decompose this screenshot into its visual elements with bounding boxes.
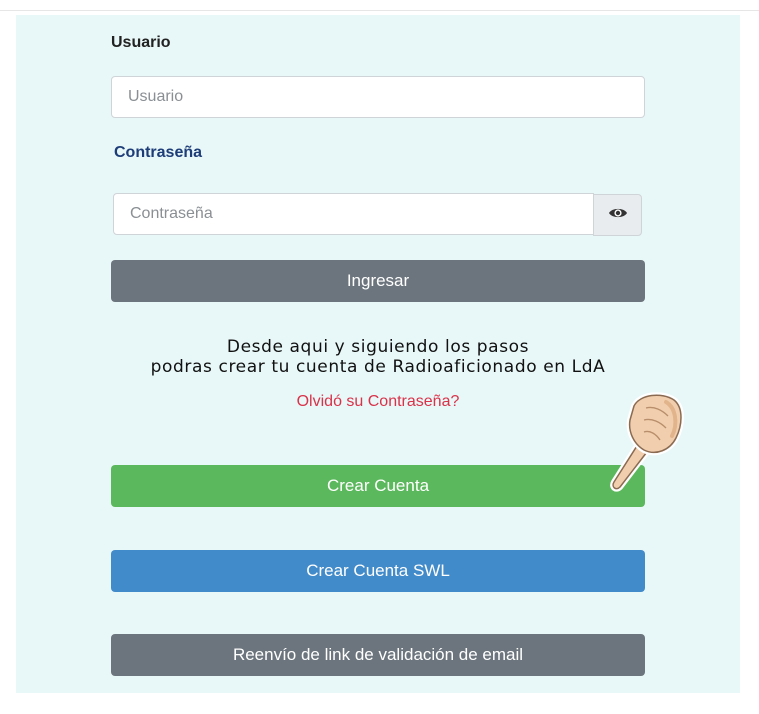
info-text-line2: podras crear tu cuenta de Radioaficionad… — [150, 357, 606, 377]
info-text-line1: Desde aqui y siguiendo los pasos — [226, 337, 530, 357]
create-swl-account-button[interactable]: Crear Cuenta SWL — [111, 550, 645, 592]
password-input[interactable] — [113, 193, 594, 235]
pointing-hand-icon — [604, 386, 686, 496]
login-button[interactable]: Ingresar — [111, 260, 645, 302]
toggle-password-button[interactable] — [593, 194, 642, 236]
eye-icon — [608, 206, 628, 225]
forgot-password-link[interactable]: Olvidó su Contraseña? — [111, 393, 645, 411]
resend-validation-link-button[interactable]: Reenvío de link de validación de email — [111, 634, 645, 676]
username-input[interactable] — [111, 76, 645, 118]
password-label: Contraseña — [114, 144, 203, 161]
create-account-button[interactable]: Crear Cuenta — [111, 465, 645, 507]
top-divider — [0, 10, 759, 11]
username-label: Usuario — [111, 34, 171, 51]
